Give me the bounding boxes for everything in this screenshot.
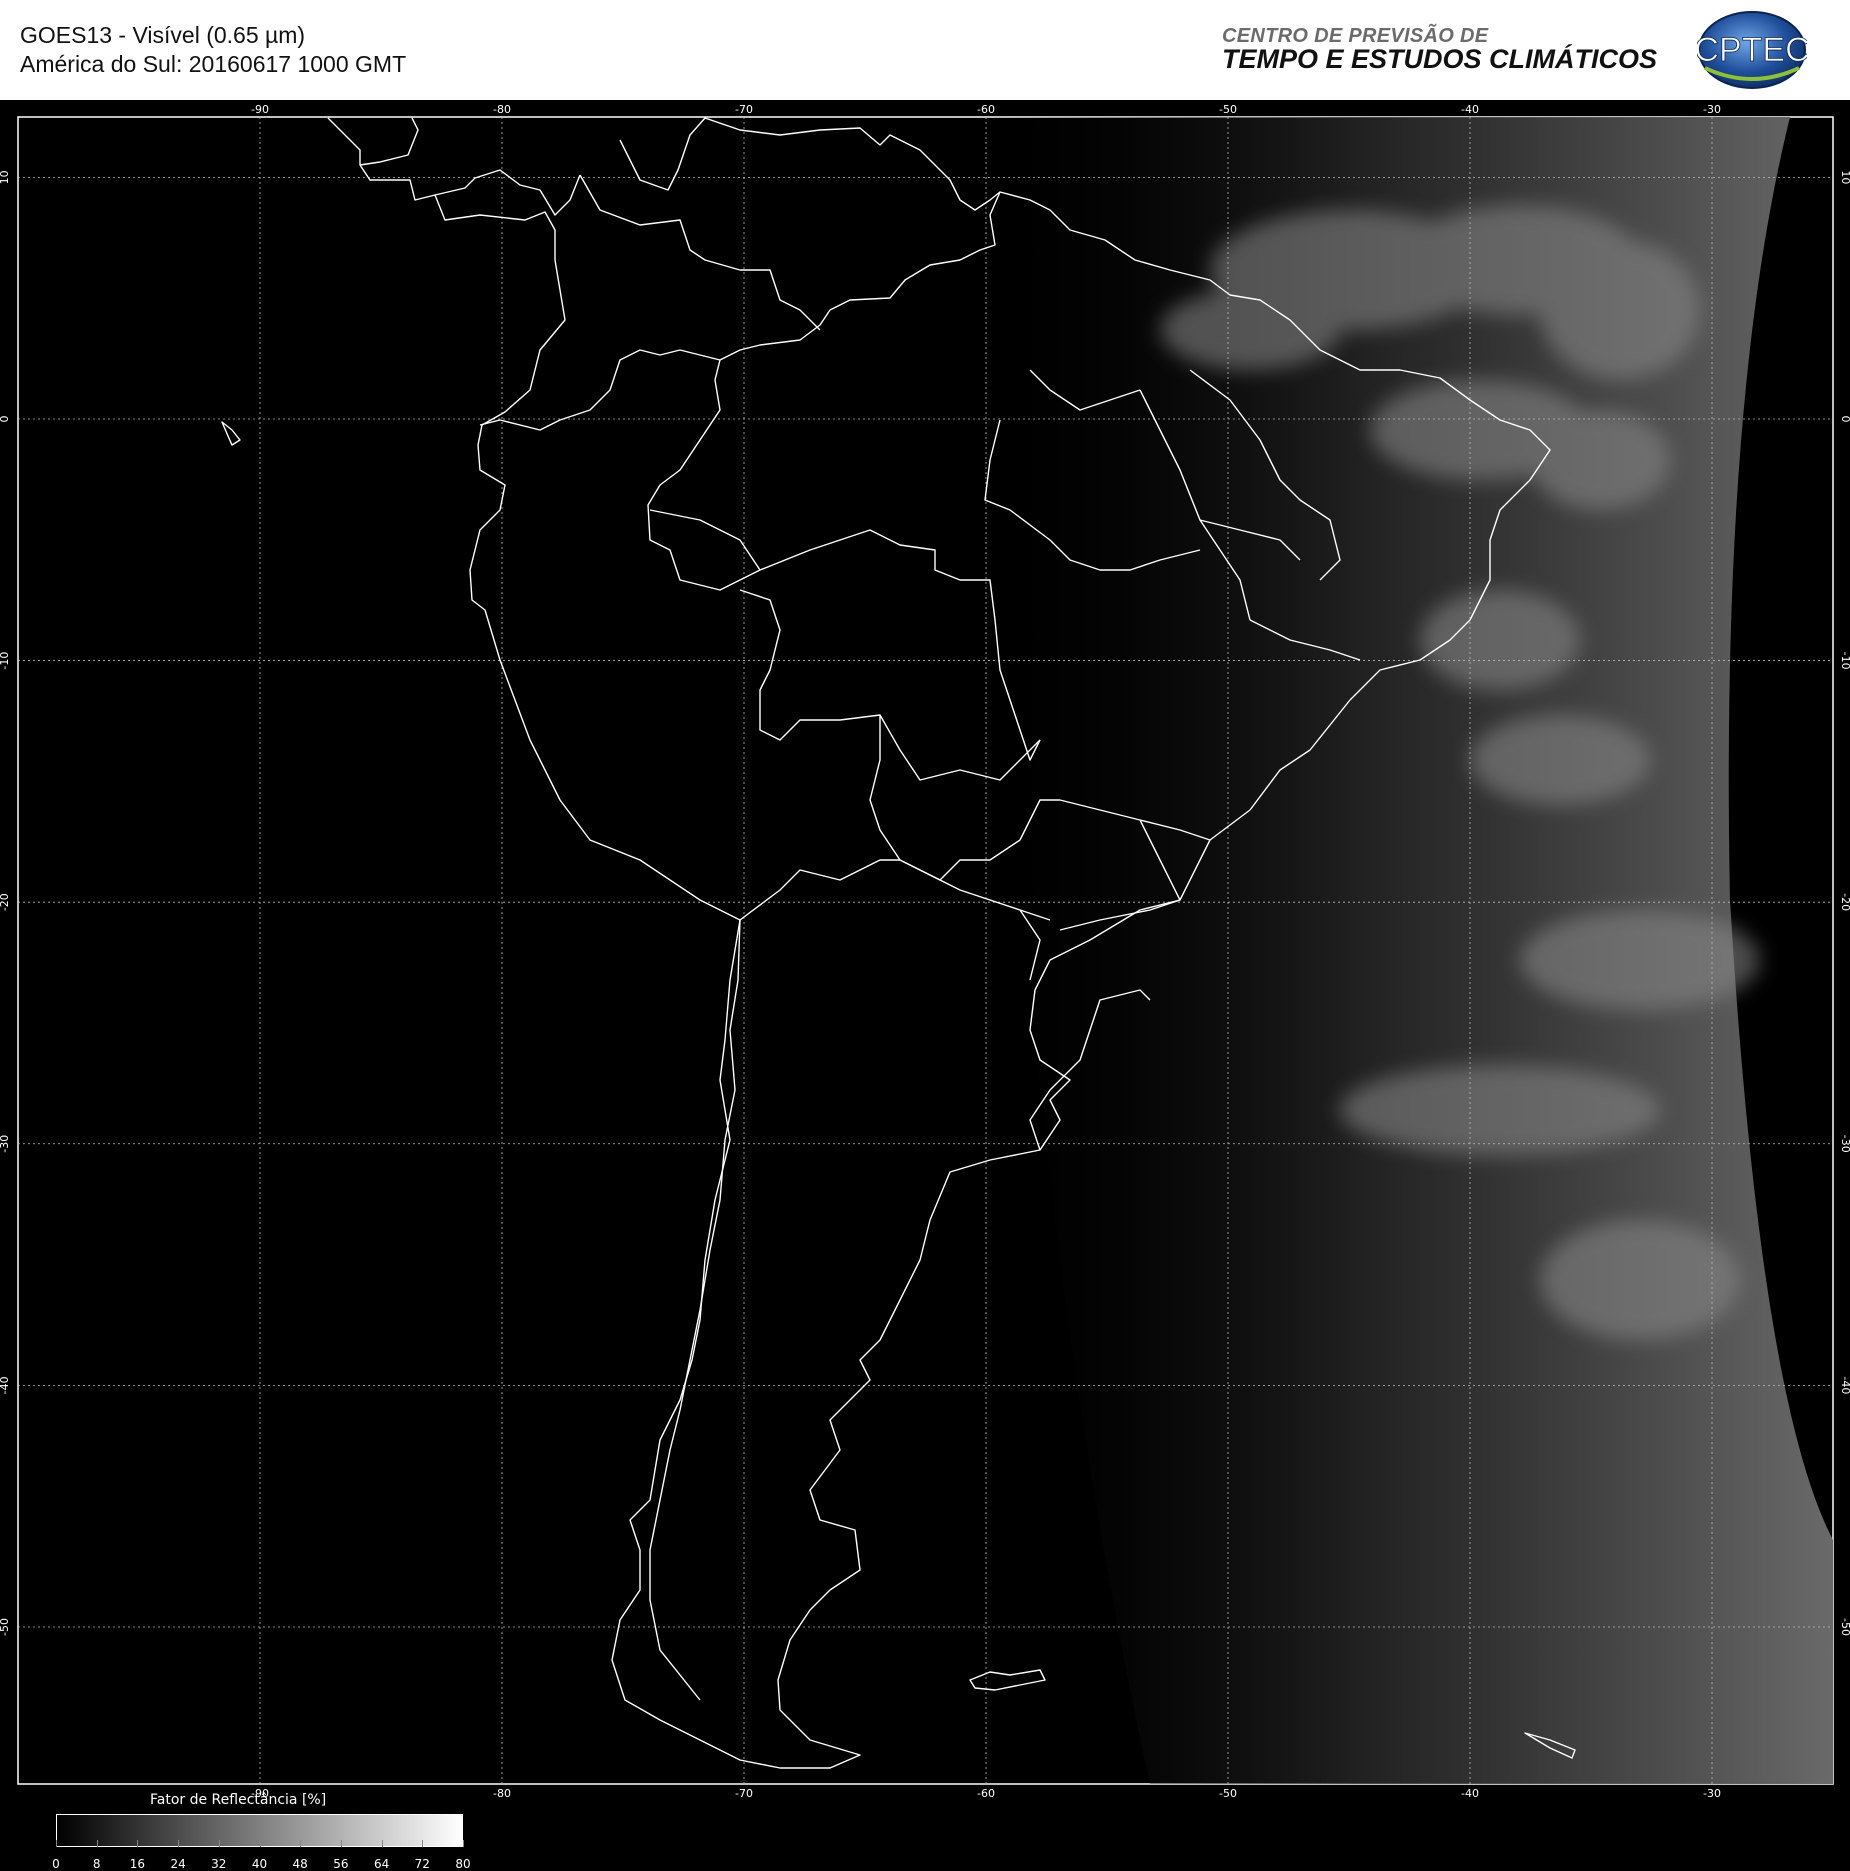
lon-tick-label: -80 bbox=[493, 103, 511, 116]
legend-tick bbox=[340, 1840, 342, 1847]
map-canvas: -90-90-80-80-70-70-60-60-50-50-40-40-30-… bbox=[0, 103, 1850, 1800]
legend-tick bbox=[56, 1840, 57, 1847]
legend-tick bbox=[137, 1840, 139, 1847]
legend-tick bbox=[259, 1840, 261, 1847]
legend-tick bbox=[381, 1840, 383, 1847]
lon-tick-label: -30 bbox=[1703, 103, 1721, 116]
product-title: GOES13 - Visível (0.65 µm) bbox=[20, 22, 306, 48]
legend-label: 32 bbox=[211, 1857, 227, 1871]
legend-label: 72 bbox=[414, 1857, 430, 1871]
legend-label: 8 bbox=[92, 1857, 101, 1871]
legend-label: 40 bbox=[251, 1857, 268, 1871]
lon-tick-label: -70 bbox=[735, 1787, 753, 1800]
legend-label: 0 bbox=[52, 1857, 60, 1871]
lat-tick-label: 0 bbox=[1839, 415, 1850, 422]
legend-title: Fator de Reflectância [%] bbox=[150, 1792, 327, 1808]
lon-tick-label: -80 bbox=[493, 1787, 511, 1800]
lat-tick-label: -20 bbox=[0, 893, 11, 911]
lon-tick-label: -60 bbox=[977, 1787, 995, 1800]
lon-tick-label: -50 bbox=[1219, 103, 1237, 116]
legend-label: 24 bbox=[170, 1857, 186, 1871]
legend-label: 56 bbox=[333, 1857, 349, 1871]
lon-tick-label: -30 bbox=[1703, 1787, 1721, 1800]
legend-label: 80 bbox=[455, 1857, 471, 1871]
legend-label: 16 bbox=[129, 1857, 146, 1871]
lat-tick-label: -40 bbox=[1839, 1376, 1850, 1394]
lon-tick-label: -90 bbox=[251, 103, 269, 116]
legend-label: 48 bbox=[292, 1857, 308, 1871]
region-datetime: América do Sul: 20160617 1000 GMT bbox=[20, 51, 407, 77]
lat-tick-label: -50 bbox=[0, 1618, 11, 1636]
legend-tick bbox=[218, 1840, 220, 1847]
legend-tick bbox=[300, 1840, 302, 1847]
legend-tick bbox=[463, 1840, 464, 1847]
logo-text: CPTEC bbox=[1697, 31, 1807, 69]
cptec-logo: CPTEC bbox=[1697, 11, 1807, 89]
org-name-line2: TEMPO E ESTUDOS CLIMÁTICOS bbox=[1222, 44, 1658, 74]
lon-tick-label: -50 bbox=[1219, 1787, 1237, 1800]
lat-tick-label: -40 bbox=[0, 1376, 11, 1394]
legend-tick bbox=[96, 1840, 98, 1847]
lat-tick-label: -30 bbox=[1839, 1135, 1850, 1153]
lat-tick-label: -10 bbox=[1839, 652, 1850, 670]
header-bar: GOES13 - Visível (0.65 µm) América do Su… bbox=[0, 0, 1850, 100]
lat-tick-label: 0 bbox=[0, 415, 11, 422]
lat-tick-label: -50 bbox=[1839, 1618, 1850, 1636]
lat-tick-label: -10 bbox=[0, 652, 11, 670]
cloud-imagery bbox=[980, 117, 1833, 1784]
satellite-map: -90 -90 -80 -80 -70 -70 -60 -60 -50 -50 -40 -40 -30-… bbox=[0, 100, 1850, 1871]
legend-tick bbox=[422, 1840, 424, 1847]
lat-tick-label: -30 bbox=[0, 1135, 11, 1153]
legend-label: 64 bbox=[373, 1857, 390, 1871]
lat-tick-label: 10 bbox=[0, 170, 11, 184]
lat-tick-label: -20 bbox=[1839, 893, 1850, 911]
lat-tick-label: 10 bbox=[1839, 170, 1850, 184]
lon-tick-label: -70 bbox=[735, 103, 753, 116]
lon-tick-label: -60 bbox=[977, 103, 995, 116]
lon-tick-label: -40 bbox=[1461, 1787, 1479, 1800]
lon-tick-label: -40 bbox=[1461, 103, 1479, 116]
legend-tick bbox=[178, 1840, 180, 1847]
